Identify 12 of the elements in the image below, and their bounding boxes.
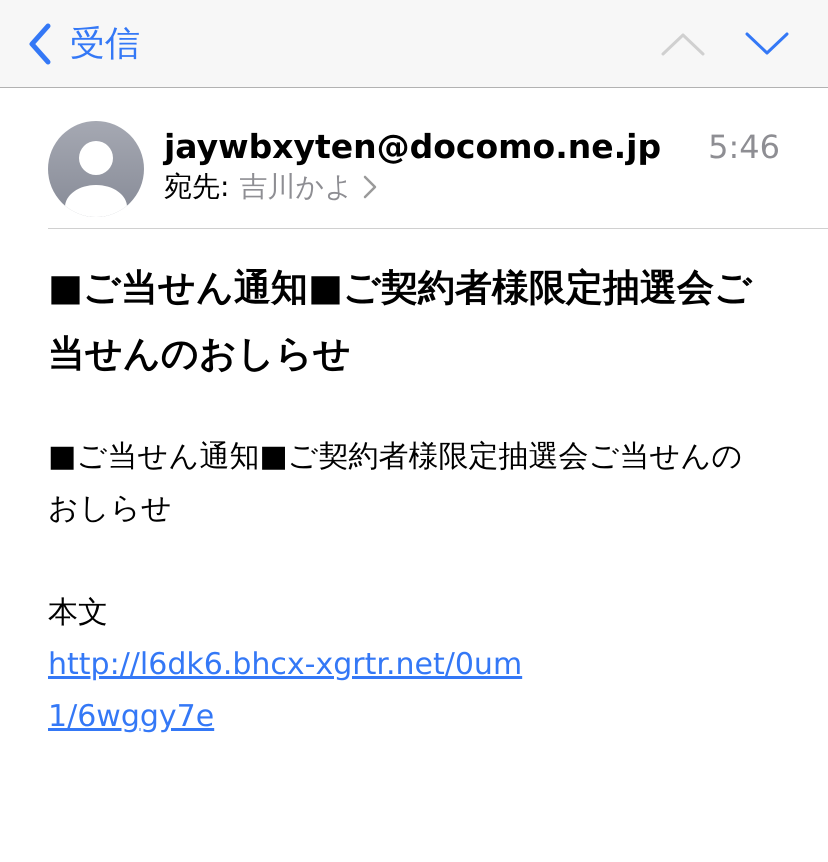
back-button[interactable]: 受信 [26,20,140,67]
recipient-label: 宛先: [164,169,230,205]
body-link[interactable]: http://l6dk6.bhcx-xgrtr.net/0um1/6wggy7e [48,639,548,743]
email-subject: ■ご当せん通知■ご契約者様限定抽選会ご当せんのおしらせ [48,265,754,377]
recipient-name[interactable]: 吉川かよ [239,168,354,206]
message-time: 5:46 [708,128,780,166]
next-message-button[interactable] [744,30,790,56]
body-text: 本文 [48,594,109,632]
sender-address: jaywbxyten@docomo.ne.jp [164,127,662,166]
avatar-icon [48,121,144,217]
body-text: ■ご当せん通知■ご契約者様限定抽選会ご当せんのおしらせ [48,438,744,528]
chevron-right-icon [363,175,378,199]
